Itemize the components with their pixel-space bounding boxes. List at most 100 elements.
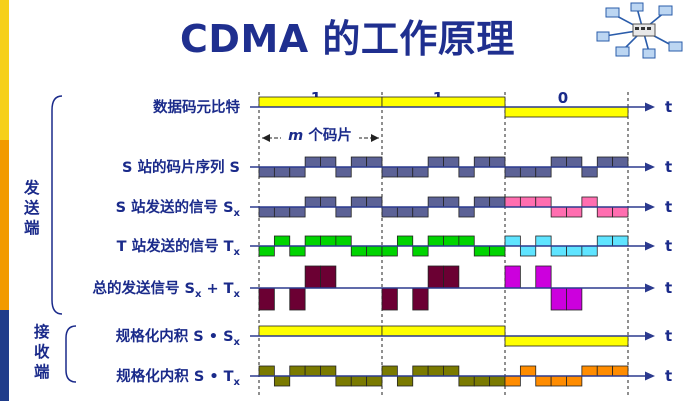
s-signal-chip-0-7 <box>366 196 383 208</box>
inner-t-chip-1-1 <box>396 375 414 387</box>
inner-t-chip-0-2 <box>289 365 306 377</box>
inner-s-bit-2 <box>504 335 629 347</box>
t-signal-chip-2-4 <box>566 245 583 257</box>
receive-section-label-char-3: 端 <box>34 362 50 381</box>
t-signal-chip-0-6 <box>350 245 368 257</box>
s-signal-chip-0-4 <box>320 196 337 208</box>
inner-t-chip-1-5 <box>458 375 475 387</box>
inner-t-chip-2-6 <box>596 365 614 377</box>
row-label-inner-s: 规格化内积 S • Sx <box>116 327 241 348</box>
s-chip-seq-chip-0-3 <box>304 156 321 168</box>
s-chip-seq-chip-1-5 <box>458 166 475 178</box>
s-signal-chip-1-7 <box>489 196 506 208</box>
inner-t-chip-1-0 <box>381 365 398 377</box>
time-axis-arrowhead-4 <box>645 283 655 293</box>
t-signal-chip-1-5 <box>458 235 475 247</box>
time-axis-label-4: t <box>665 279 672 297</box>
t-signal-chip-2-7 <box>612 235 629 247</box>
sum-signal-chip-1-0 <box>381 287 398 311</box>
chip-period-arrow-left-head <box>262 134 270 142</box>
s-signal-chip-0-6 <box>350 196 368 208</box>
s-chip-seq-chip-2-0 <box>504 166 521 178</box>
inner-t-chip-2-2 <box>535 375 552 387</box>
t-signal-chip-1-0 <box>381 245 398 257</box>
inner-t-chip-0-1 <box>273 375 291 387</box>
s-signal-chip-2-7 <box>612 206 629 218</box>
s-signal-chip-2-1 <box>519 196 537 208</box>
s-chip-seq-chip-2-3 <box>550 156 567 168</box>
data-bits-bit-1 <box>381 96 506 108</box>
bit-label-3: 0 <box>558 89 568 107</box>
row-label-s-chip-seq: S 站的码片序列 S <box>122 158 240 176</box>
time-axis-label-6: t <box>665 367 672 385</box>
inner-t-chip-1-7 <box>489 375 506 387</box>
s-signal-chip-1-3 <box>427 196 444 208</box>
t-signal-chip-0-1 <box>273 235 291 247</box>
time-axis-arrowhead-1 <box>645 162 655 172</box>
time-axis-arrowhead-6 <box>645 371 655 381</box>
s-signal-chip-1-0 <box>381 206 398 218</box>
sum-signal-chip-2-2 <box>535 265 552 289</box>
row-label-s-signal: S 站发送的信号 Sx <box>116 198 241 219</box>
inner-t-chip-0-4 <box>320 365 337 377</box>
inner-s-bit-0 <box>258 325 383 337</box>
row-label-data-bits: 数据码元比特 <box>153 98 240 116</box>
send-section-label-char-2: 送 <box>23 198 40 217</box>
inner-t-chip-0-7 <box>366 375 383 387</box>
time-axis-label-5: t <box>665 327 672 345</box>
t-signal-chip-1-2 <box>412 245 429 257</box>
t-signal-chip-2-3 <box>550 245 567 257</box>
t-signal-chip-0-3 <box>304 235 321 247</box>
s-signal-chip-2-6 <box>596 206 614 218</box>
inner-t-chip-0-3 <box>304 365 321 377</box>
inner-t-chip-0-5 <box>335 375 352 387</box>
sum-signal-chip-0-0 <box>258 287 275 311</box>
s-chip-seq-chip-1-4 <box>443 156 460 168</box>
t-signal-chip-1-6 <box>473 245 491 257</box>
receive-section-label-char-1: 接 <box>34 322 50 341</box>
inner-t-chip-2-0 <box>504 375 521 387</box>
inner-t-chip-2-1 <box>519 365 537 377</box>
s-signal-chip-2-0 <box>504 196 521 208</box>
data-bits-bit-2 <box>504 106 629 118</box>
s-chip-seq-chip-1-2 <box>412 166 429 178</box>
t-signal-chip-0-4 <box>320 235 337 247</box>
s-chip-seq-chip-2-6 <box>596 156 614 168</box>
row-label-sum-signal: 总的发送信号 Sx + Tx <box>92 279 240 300</box>
s-signal-chip-1-1 <box>396 206 414 218</box>
sum-signal-chip-1-2 <box>412 287 429 311</box>
s-signal-chip-0-5 <box>335 206 352 218</box>
send-section-label-char-1: 发 <box>23 178 40 197</box>
s-signal-chip-1-5 <box>458 206 475 218</box>
s-chip-seq-chip-0-5 <box>335 166 352 178</box>
time-axis-label-0: t <box>665 98 672 116</box>
sum-signal-chip-0-3 <box>304 265 321 289</box>
s-chip-seq-chip-1-6 <box>473 156 491 168</box>
inner-t-chip-0-0 <box>258 365 275 377</box>
time-axis-arrowhead-5 <box>645 331 655 341</box>
time-axis-label-2: t <box>665 198 672 216</box>
t-signal-chip-2-2 <box>535 235 552 247</box>
row-label-t-signal: T 站发送的信号 Tx <box>117 237 241 258</box>
s-signal-chip-2-5 <box>581 196 598 208</box>
chip-period-annotation: m 个码片 <box>262 126 379 144</box>
s-chip-seq-chip-0-2 <box>289 166 306 178</box>
send-bracket <box>51 95 63 315</box>
s-chip-seq-chip-0-4 <box>320 156 337 168</box>
row-label-inner-t: 规格化内积 S • Tx <box>116 367 240 388</box>
inner-t-chip-2-3 <box>550 375 567 387</box>
s-chip-seq-chip-0-7 <box>366 156 383 168</box>
sum-signal-chip-2-4 <box>566 287 583 311</box>
inner-t-chip-1-6 <box>473 375 491 387</box>
inner-t-chip-2-7 <box>612 365 629 377</box>
inner-t-chip-1-3 <box>427 365 444 377</box>
s-signal-chip-0-1 <box>273 206 291 218</box>
s-chip-seq-chip-1-3 <box>427 156 444 168</box>
sum-signal-chip-0-4 <box>320 265 337 289</box>
sum-signal-chip-1-3 <box>427 265 444 289</box>
s-chip-seq-chip-2-1 <box>519 166 537 178</box>
sum-signal-chip-2-3 <box>550 287 567 311</box>
receive-section-label-char-2: 收 <box>34 342 50 361</box>
s-signal-chip-0-3 <box>304 196 321 208</box>
s-signal-chip-1-4 <box>443 196 460 208</box>
